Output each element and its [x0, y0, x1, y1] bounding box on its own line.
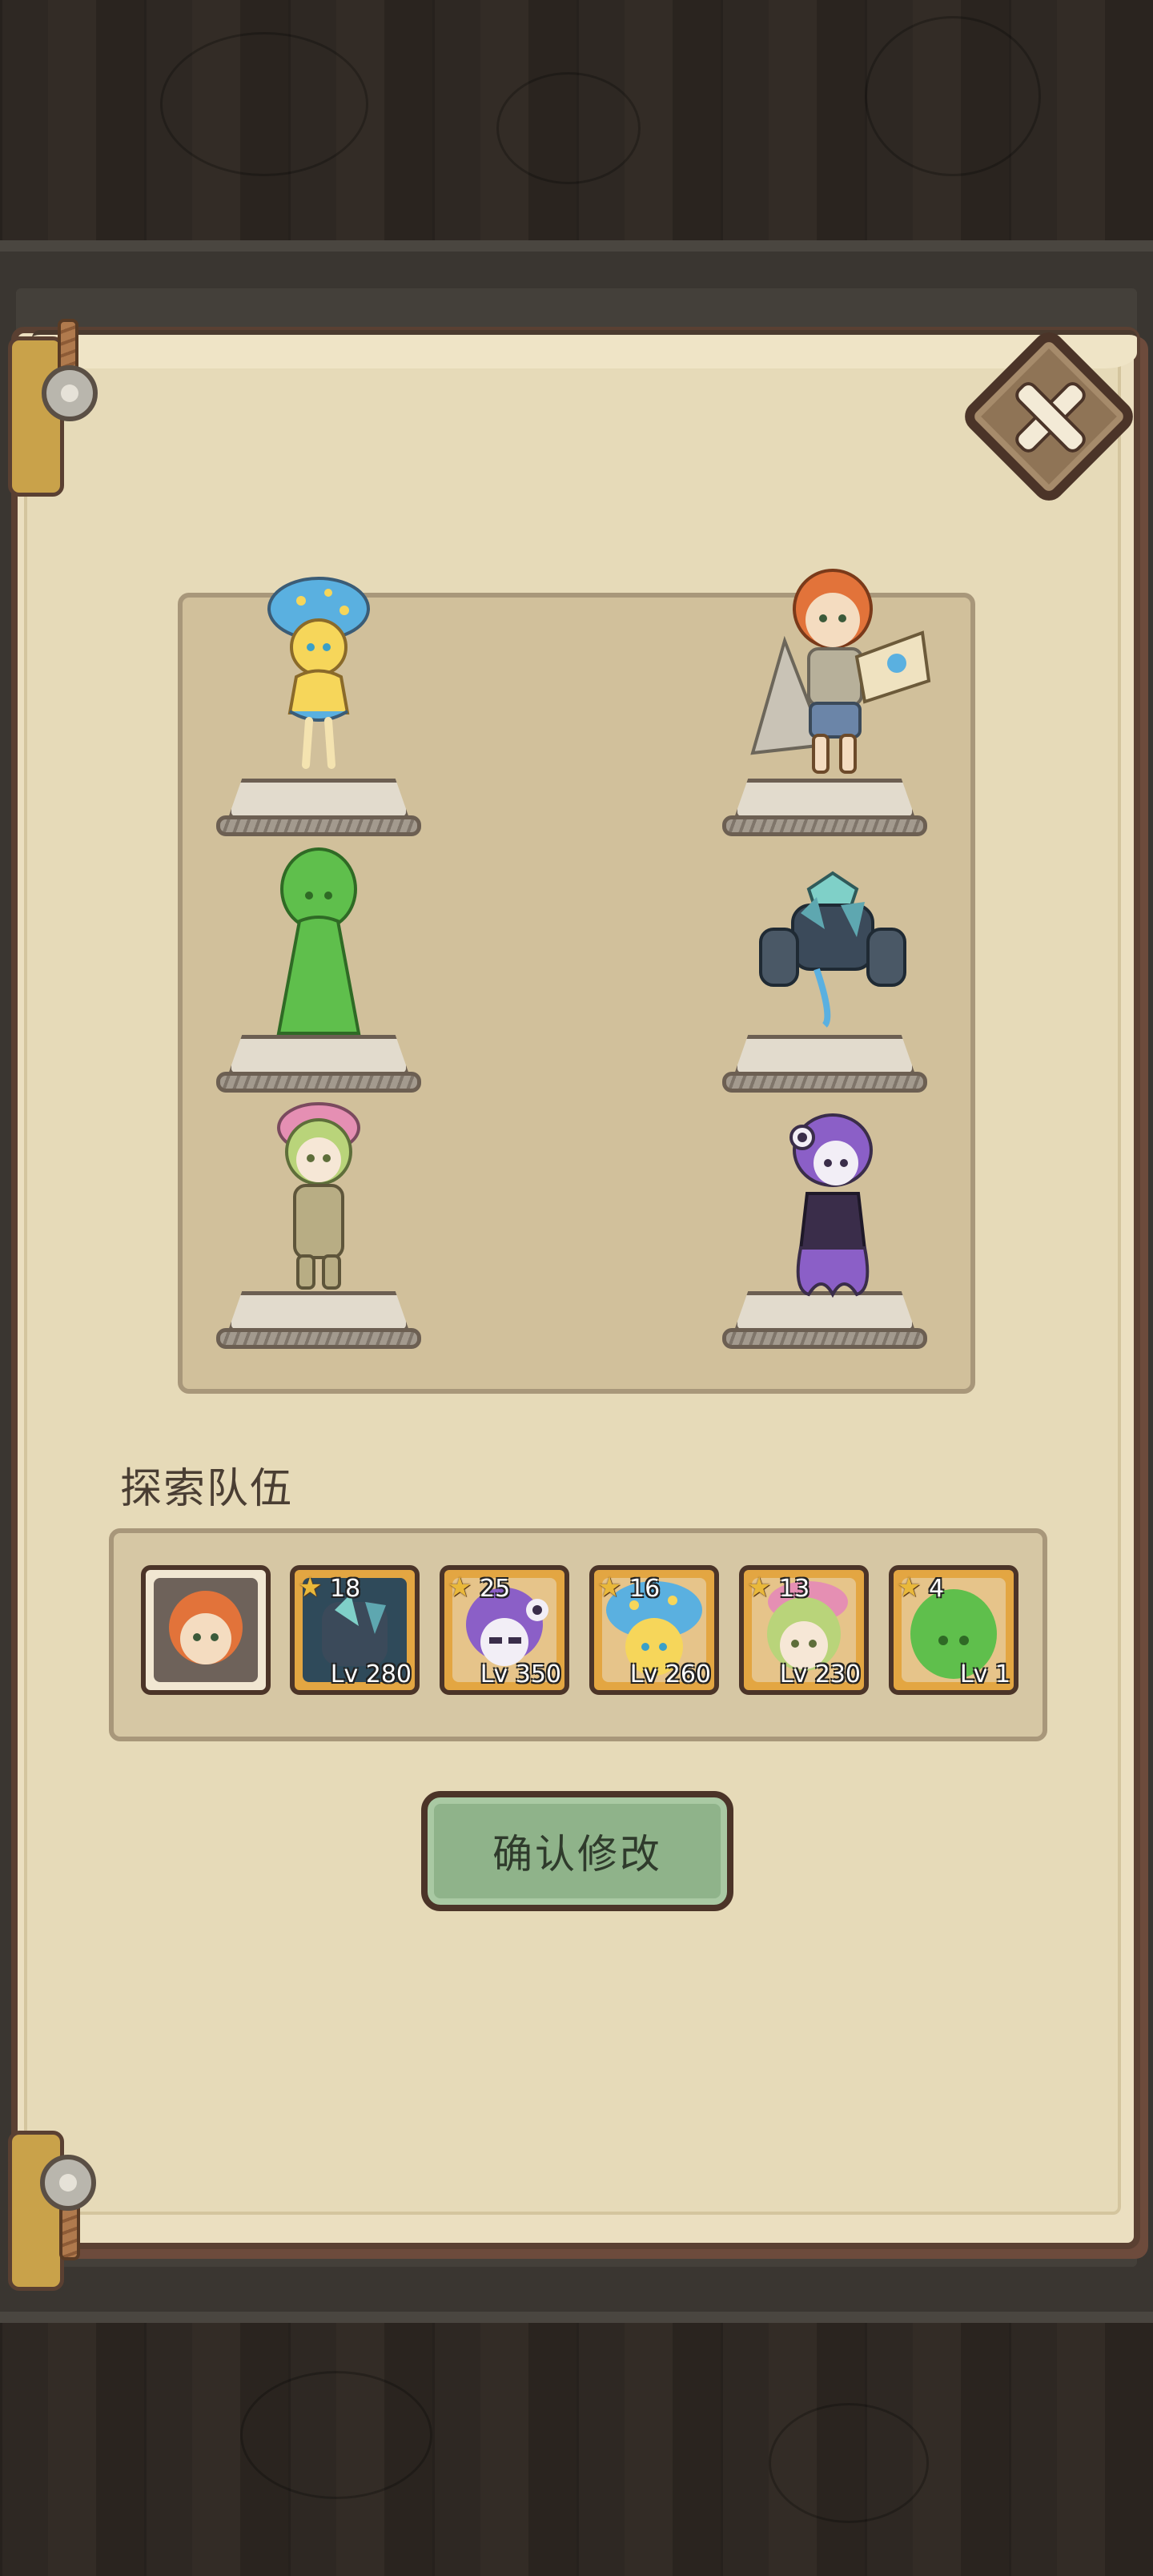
member-level: Lv 280	[330, 1660, 412, 1688]
member-level: Lv 230	[779, 1660, 861, 1688]
character-flower-girl[interactable]	[239, 1089, 399, 1298]
character-octopus-girl[interactable]	[745, 1105, 921, 1306]
star-icon: ★	[897, 1572, 922, 1604]
team-slot-mushroom-girl[interactable]: ★ 16 Lv 260	[589, 1565, 719, 1695]
pin-bottom-icon	[40, 2155, 96, 2211]
team-slot-leader[interactable]	[141, 1565, 271, 1695]
star-icon: ★	[597, 1572, 622, 1604]
star-icon: ★	[448, 1572, 472, 1604]
member-level: Lv 1	[959, 1660, 1010, 1688]
pedestal-left-3[interactable]	[216, 1291, 421, 1355]
pin-top-icon	[42, 365, 98, 421]
pedestal-right-1[interactable]	[722, 779, 927, 843]
member-level: Lv 350	[480, 1660, 561, 1688]
character-mushroom-girl[interactable]	[239, 569, 399, 777]
member-level: Lv 260	[629, 1660, 711, 1688]
confirm-button-label: 确认修改	[492, 1831, 662, 1878]
member-count: 25	[480, 1575, 511, 1603]
team-slot-green-slime-girl[interactable]: ★ 4 Lv 1	[889, 1565, 1018, 1695]
star-icon: ★	[298, 1572, 323, 1604]
character-green-slime-girl[interactable]	[239, 833, 399, 1041]
member-count: 18	[330, 1575, 361, 1603]
team-slot-flower-girl[interactable]: ★ 13 Lv 230	[739, 1565, 869, 1695]
team-section-title: 探索队伍	[120, 1465, 294, 1513]
confirm-changes-button[interactable]: 确认修改	[421, 1791, 733, 1911]
close-icon	[1013, 380, 1085, 453]
member-count: 13	[779, 1575, 810, 1603]
leader-portrait-icon	[154, 1578, 258, 1682]
close-button[interactable]	[958, 325, 1140, 508]
team-slot-crystal-golem[interactable]: ★ 18 Lv 280	[290, 1565, 420, 1695]
member-count: 4	[929, 1575, 945, 1603]
character-crystal-golem[interactable]	[745, 865, 921, 1041]
corner-clip-bottom	[8, 2131, 64, 2291]
team-slot-octopus-girl[interactable]: ★ 25 Lv 350	[440, 1565, 569, 1695]
member-count: 16	[629, 1575, 661, 1603]
pedestal-right-2[interactable]	[722, 1035, 927, 1099]
star-icon: ★	[747, 1572, 772, 1604]
character-explorer-boy[interactable]	[737, 553, 945, 785]
